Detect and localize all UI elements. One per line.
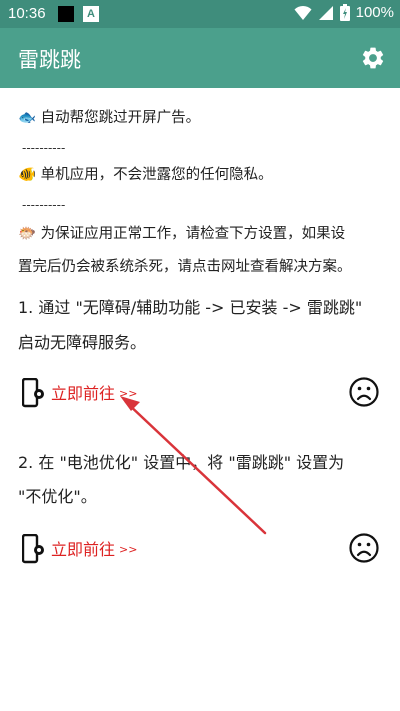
step-2-go-label: 立即前往	[51, 540, 116, 559]
step-2-text-a: 2. 在 "电池优化" 设置中，将 "雷跳跳" 设置为	[18, 453, 345, 472]
status-time: 10:36	[8, 5, 46, 22]
step-1-go-label: 立即前往	[51, 384, 116, 403]
notification-a-icon: A	[83, 6, 99, 22]
app-title: 雷跳跳	[18, 48, 81, 72]
step-2-row: 立即前往 >>	[20, 532, 380, 568]
step-1-row: 立即前往 >>	[20, 376, 380, 412]
step-1-go-link[interactable]: 立即前往 >>	[51, 380, 137, 404]
step-1-text-a: 1. 通过 "无障碍/辅助功能 -> 已安装 -> 雷跳跳"	[18, 298, 363, 317]
blowfish-icon: 🐡	[18, 226, 37, 242]
phone-settings-icon	[22, 534, 44, 564]
sad-face-icon	[349, 377, 379, 407]
gear-icon[interactable]	[360, 45, 386, 71]
sad-face-icon	[349, 533, 379, 563]
phone-settings-icon	[22, 378, 44, 408]
chevron-right-icon: >>	[119, 543, 138, 556]
notification-black-icon	[58, 6, 74, 22]
battery-icon	[339, 4, 350, 21]
chevron-right-icon: >>	[119, 387, 138, 400]
intro-line-1: 🐟 自动帮您跳过开屏广告。	[18, 107, 200, 129]
separator-1: ----------	[22, 141, 66, 155]
step-2-go-link[interactable]: 立即前往 >>	[51, 536, 137, 560]
app-bar: 雷跳跳	[0, 28, 400, 88]
status-icons: 100%	[294, 4, 394, 21]
intro-text-2: 单机应用，不会泄露您的任何隐私。	[40, 167, 273, 183]
step-2-text-b: "不优化"。	[18, 487, 97, 506]
separator-2: ----------	[22, 198, 66, 212]
battery-percent: 100%	[355, 4, 394, 21]
signal-icon	[318, 5, 333, 20]
wifi-icon	[294, 5, 312, 20]
intro-line-3: 🐡 为保证应用正常工作，请检查下方设置，如果设	[18, 223, 345, 245]
intro-text-3b: 置完后仍会被系统杀死，请点击网址查看解决方案。	[18, 259, 352, 275]
fish-icon: 🐟	[18, 110, 37, 126]
intro-text-3a: 为保证应用正常工作，请检查下方设置，如果设	[40, 226, 346, 242]
intro-line-2: 🐠 单机应用，不会泄露您的任何隐私。	[18, 164, 273, 186]
intro-text-1: 自动帮您跳过开屏广告。	[40, 110, 201, 126]
step-1-text-b: 启动无障碍服务。	[18, 333, 147, 352]
tropical-fish-icon: 🐠	[18, 167, 37, 183]
status-bar: 10:36 A 100%	[0, 0, 400, 28]
